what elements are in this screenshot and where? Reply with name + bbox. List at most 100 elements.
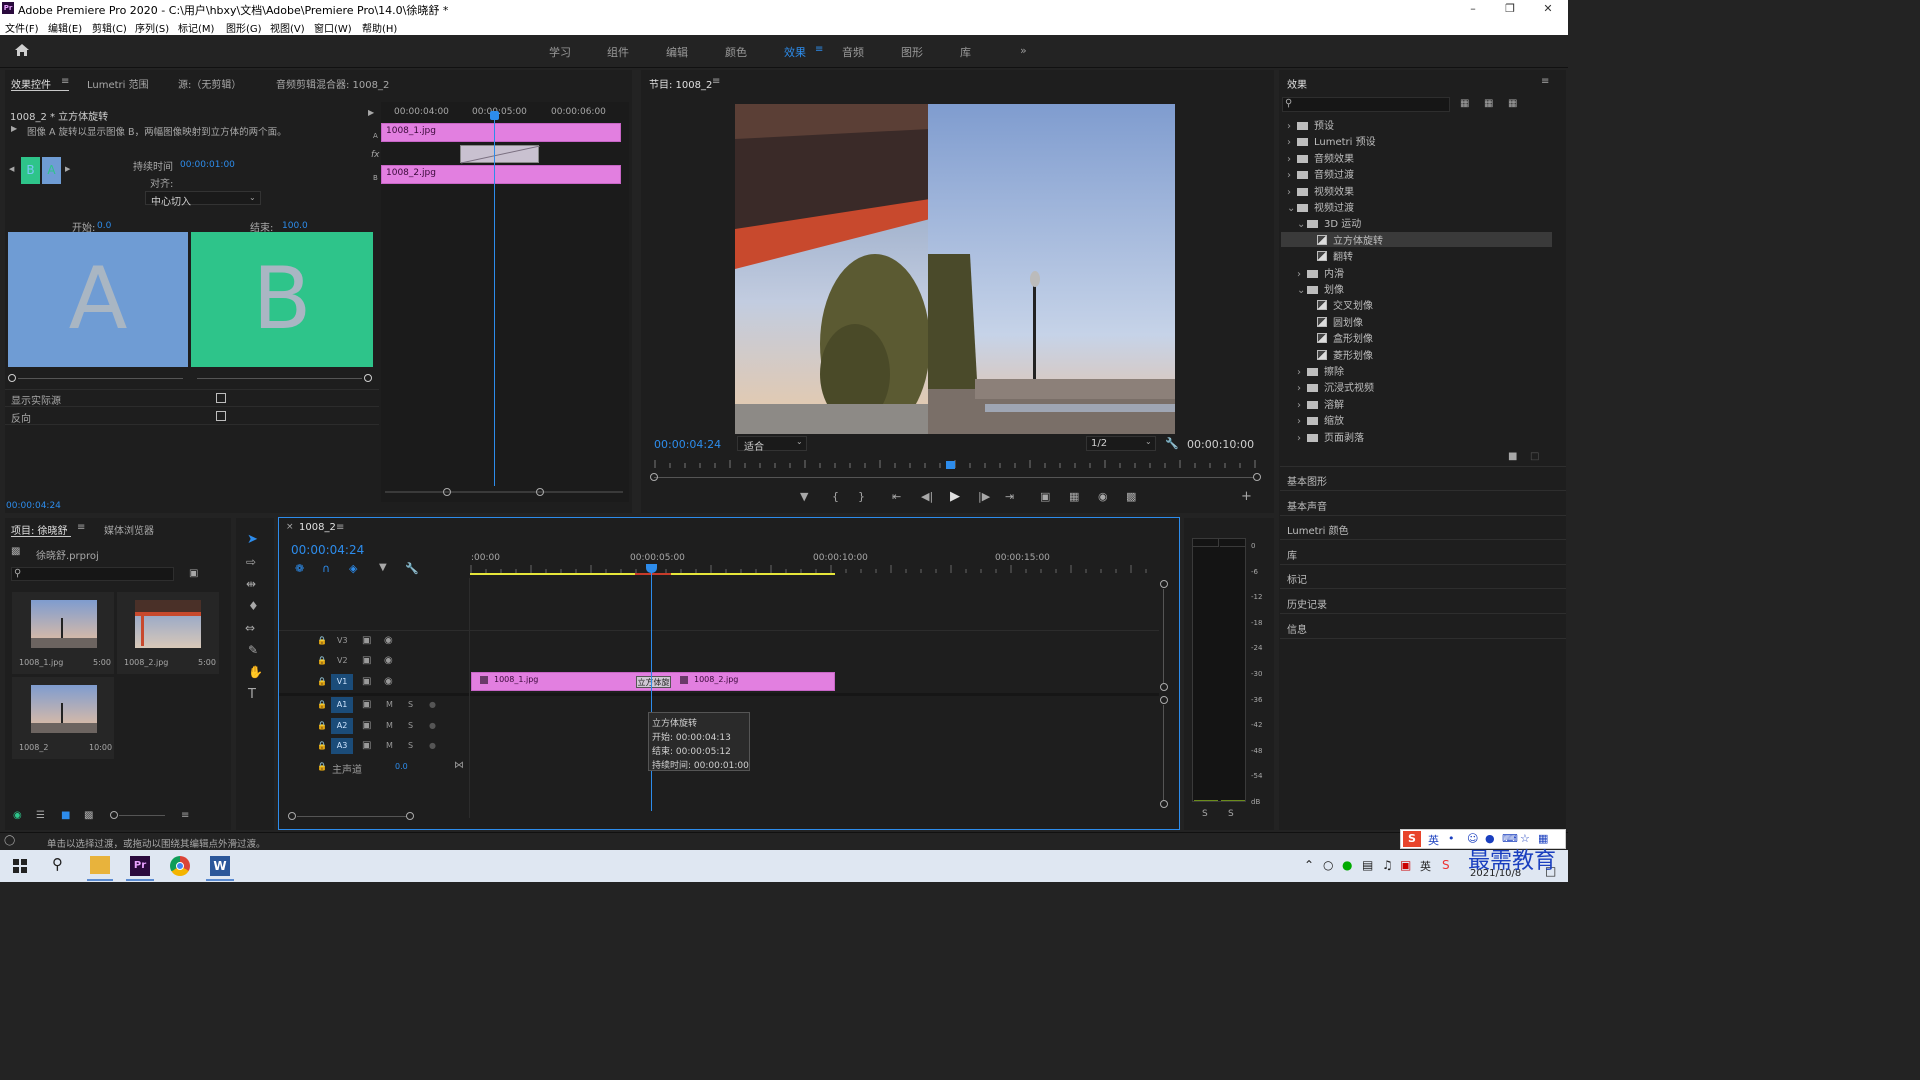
- effects-folder[interactable]: ⌄ 视频过渡: [1287, 199, 1354, 214]
- h-scroll-handle[interactable]: [288, 812, 296, 820]
- linked-selection-icon[interactable]: ◈: [349, 562, 357, 575]
- comparison-view-icon[interactable]: ▩: [1126, 490, 1136, 503]
- ripple-edit-tool-icon[interactable]: ⇹: [246, 577, 256, 591]
- chevron-right-icon[interactable]: ›: [1297, 400, 1307, 411]
- track-lock-icon[interactable]: 🔒: [317, 636, 327, 645]
- menu-graphics[interactable]: 图形(G): [226, 20, 262, 35]
- 32bit-effects-icon[interactable]: ▦: [1484, 98, 1493, 109]
- chevron-right-icon[interactable]: ›: [1287, 121, 1297, 132]
- program-scrub-bar[interactable]: [654, 477, 1254, 478]
- zoom-slider-track[interactable]: [119, 815, 165, 816]
- track-label-a3[interactable]: A3: [331, 738, 353, 754]
- network-icon[interactable]: ▤: [1362, 858, 1373, 872]
- ime-indicator[interactable]: 英: [1420, 858, 1431, 874]
- solo-left-button[interactable]: S: [1202, 809, 1208, 819]
- track-lock-icon[interactable]: 🔒: [317, 721, 327, 730]
- chevron-right-icon[interactable]: ›: [1287, 187, 1297, 198]
- thumb-left-arrow-icon[interactable]: ◀: [9, 165, 14, 173]
- sogou-logo-icon[interactable]: S: [1403, 831, 1421, 847]
- reverse-checkbox[interactable]: [216, 411, 226, 421]
- type-tool-icon[interactable]: T: [248, 687, 256, 702]
- start-slider-track[interactable]: [18, 378, 183, 379]
- track-lock-icon[interactable]: 🔒: [317, 741, 327, 750]
- solo-right-button[interactable]: S: [1228, 809, 1234, 819]
- track-lock-icon[interactable]: 🔒: [317, 677, 327, 686]
- chevron-down-icon[interactable]: ⌄: [1297, 285, 1307, 296]
- effects-menu-icon[interactable]: ≡: [1541, 76, 1549, 87]
- align-select[interactable]: 中心切入 ⌄: [145, 191, 261, 208]
- effect-item[interactable]: 菱形划像: [1287, 347, 1373, 362]
- toggle-sync-lock-icon[interactable]: ▣: [362, 699, 371, 710]
- side-panel-tab[interactable]: 信息: [1287, 621, 1307, 636]
- voice-over-record-icon[interactable]: ●: [429, 700, 436, 709]
- track-label-v3[interactable]: V3: [337, 636, 348, 645]
- mute-button[interactable]: M: [386, 700, 393, 709]
- maximize-icon[interactable]: ❐: [1495, 0, 1525, 18]
- chevron-right-icon[interactable]: ›: [1297, 383, 1307, 394]
- mute-button[interactable]: M: [386, 741, 393, 750]
- panel-menu-icon[interactable]: ≡: [61, 76, 69, 87]
- home-icon[interactable]: [14, 43, 30, 57]
- go-to-in-icon[interactable]: ⇤: [892, 490, 901, 503]
- tab-project[interactable]: 项目: 徐晓舒: [11, 522, 68, 537]
- v-scroll-track[interactable]: [1163, 589, 1164, 683]
- button-editor-icon[interactable]: +: [1241, 489, 1252, 504]
- workspace-editing[interactable]: 编辑: [666, 44, 688, 60]
- side-panel-tab[interactable]: 标记: [1287, 571, 1307, 586]
- effects-folder[interactable]: › 内滑: [1287, 265, 1344, 280]
- ec-zoom-handle[interactable]: [443, 488, 451, 496]
- start-value[interactable]: 0.0: [97, 221, 111, 231]
- effect-item[interactable]: 翻转: [1287, 248, 1353, 263]
- chevron-right-icon[interactable]: ›: [1297, 433, 1307, 444]
- tab-media-browser[interactable]: 媒体浏览器: [104, 522, 154, 537]
- program-playhead[interactable]: [945, 461, 955, 469]
- v-scroll-handle[interactable]: [1160, 580, 1168, 588]
- razor-tool-icon[interactable]: ♦: [248, 599, 259, 613]
- tab-source[interactable]: 源:（无剪辑）: [178, 76, 241, 91]
- track-lock-icon[interactable]: 🔒: [317, 762, 327, 771]
- tray-icon[interactable]: ○: [1323, 858, 1333, 872]
- voice-over-record-icon[interactable]: ●: [429, 721, 436, 730]
- minimize-icon[interactable]: –: [1458, 0, 1488, 18]
- project-item[interactable]: 1008_1.jpg 5:00: [12, 592, 114, 674]
- duration-value[interactable]: 00:00:01:00: [180, 160, 235, 170]
- effects-folder[interactable]: › 预设: [1287, 117, 1334, 132]
- toggle-sync-lock-icon[interactable]: ▣: [362, 635, 371, 646]
- ime-punct-icon[interactable]: •: [1448, 832, 1455, 845]
- close-icon[interactable]: ✕: [1533, 0, 1563, 18]
- lock-icon[interactable]: ◉: [13, 810, 22, 821]
- project-item[interactable]: 1008_2.jpg 5:00: [117, 592, 219, 674]
- timeline-timecode[interactable]: 00:00:04:24: [291, 543, 364, 557]
- sort-icon[interactable]: ≡: [181, 810, 189, 821]
- track-label-a2[interactable]: A2: [331, 718, 353, 734]
- chevron-right-icon[interactable]: ›: [1297, 269, 1307, 280]
- sequence-menu-icon[interactable]: ≡: [336, 522, 344, 533]
- mark-in-icon[interactable]: {: [832, 490, 839, 503]
- find-icon[interactable]: ▣: [189, 568, 198, 579]
- more-workspaces-icon[interactable]: »: [1020, 44, 1027, 57]
- nest-icon[interactable]: ❁: [295, 562, 304, 575]
- file-explorer-icon[interactable]: [90, 856, 110, 874]
- effects-panel-title[interactable]: 效果: [1287, 76, 1307, 91]
- v-scroll-handle[interactable]: [1160, 683, 1168, 691]
- track-label-a1[interactable]: A1: [331, 697, 353, 713]
- master-volume-value[interactable]: 0.0: [395, 762, 408, 771]
- word-icon[interactable]: W: [210, 856, 230, 876]
- search-icon[interactable]: ⚲: [52, 855, 63, 873]
- tray-expand-icon[interactable]: ⌃: [1304, 858, 1314, 872]
- chevron-right-icon[interactable]: ›: [1297, 416, 1307, 427]
- ec-expand-icon[interactable]: ▶: [368, 108, 374, 117]
- volume-icon[interactable]: ♫: [1382, 858, 1393, 872]
- toggle-sync-lock-icon[interactable]: ▣: [362, 740, 371, 751]
- new-bin-icon[interactable]: ■: [1508, 451, 1517, 462]
- effects-folder[interactable]: › 溶解: [1287, 396, 1344, 411]
- premiere-taskbar-icon[interactable]: Pr: [130, 856, 150, 876]
- effect-item[interactable]: 立方体旋转: [1281, 231, 1552, 247]
- voice-over-record-icon[interactable]: ●: [429, 741, 436, 750]
- icon-view-icon[interactable]: ■: [61, 810, 70, 821]
- effects-folder[interactable]: › 音频效果: [1287, 150, 1354, 165]
- menu-file[interactable]: 文件(F): [5, 20, 39, 35]
- chevron-right-icon[interactable]: ›: [1287, 137, 1297, 148]
- effects-folder[interactable]: › 缩放: [1287, 412, 1344, 427]
- v-scroll-track[interactable]: [1163, 705, 1164, 800]
